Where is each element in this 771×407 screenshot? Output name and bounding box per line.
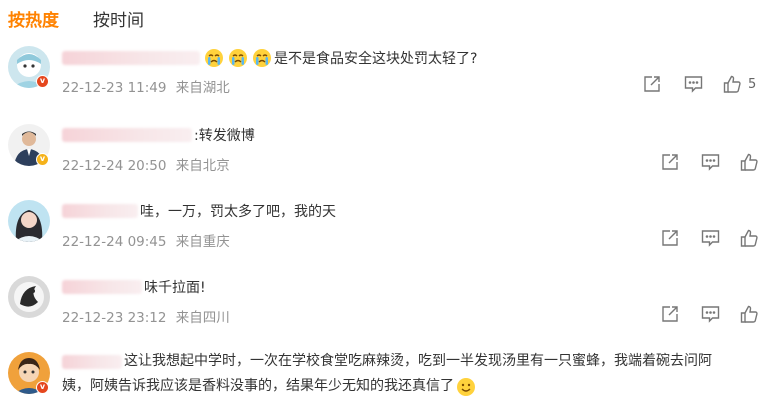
avatar[interactable] [8,276,50,318]
share-icon [662,306,678,322]
share-button[interactable] [660,228,680,248]
like-button[interactable] [739,152,759,172]
comment-item: v 这让我想起中学时，一次在学校食堂吃麻辣烫，吃到一半发现汤里有一只蜜蜂，我端着… [0,348,771,407]
avatar[interactable] [8,200,50,242]
comment-meta: 22-12-23 11:49 来自湖北 [62,76,235,96]
tab-by-time[interactable]: 按时间 [93,6,144,31]
comment-item: 哇，一万，罚太多了吧，我的天 22-12-24 09:45 来自重庆 [0,196,771,266]
crying-emoji-icon [205,49,223,67]
blurred-username[interactable] [62,51,200,65]
comment-line: 是不是食品安全这块处罚太轻了? [62,48,477,68]
tab-by-popularity[interactable]: 按热度 [8,6,59,31]
comment-meta: 22-12-24 09:45 来自重庆 [62,230,235,250]
reply-button[interactable] [700,228,720,248]
comment-text: 是不是食品安全这块处罚太轻了? [274,51,478,67]
comment-item: v :转发微博 22-12-24 20:50 来自北京 [0,120,771,190]
share-icon [662,230,678,246]
comment-text-continued: 姨，阿姨告诉我应该是香料没事的，结果年少无知的我还真信了 [62,378,454,394]
comment-text: :转发微博 [194,128,255,144]
like-count: 5 [748,76,757,92]
reply-button[interactable] [683,74,703,94]
comment-line: 哇，一万，罚太多了吧，我的天 [62,201,336,221]
crying-emoji-icon [253,49,271,67]
comment-date: 22-12-24 09:45 [62,234,167,250]
blurred-username[interactable] [62,204,138,218]
blurred-username[interactable] [62,128,192,142]
like-button[interactable] [739,304,759,324]
like-icon [723,75,741,93]
comment-actions: 5 [642,74,756,94]
smile-emoji-icon [457,377,475,396]
comment-date: 22-12-24 20:50 [62,158,167,174]
comment-location: 来自四川 [175,310,230,326]
comment-date: 22-12-23 23:12 [62,310,167,326]
comment-icon [701,230,719,247]
comment-body: 这让我想起中学时，一次在学校食堂吃麻辣烫，吃到一半发现汤里有一只蜜蜂，我端着碗去… [62,349,762,399]
comment-line: 味千拉面! [62,277,206,297]
reply-button[interactable] [700,304,720,324]
comment-text: 这让我想起中学时，一次在学校食堂吃麻辣烫，吃到一半发现汤里有一只蜜蜂，我端着碗去… [124,353,712,369]
comment-line: :转发微博 [62,125,255,145]
comment-text: 哇，一万，罚太多了吧，我的天 [140,204,336,220]
comment-icon [701,306,719,323]
comment-location: 来自北京 [175,158,230,174]
crying-emoji-icon [229,49,247,67]
comment-date: 22-12-23 11:49 [62,80,167,96]
like-button[interactable] [722,74,742,94]
share-button[interactable] [660,152,680,172]
like-button[interactable] [739,228,759,248]
reply-button[interactable] [700,152,720,172]
comment-actions [660,304,759,324]
like-icon [740,153,758,171]
share-button[interactable] [642,74,662,94]
comment-actions [660,152,759,172]
share-icon [662,154,678,170]
blurred-username[interactable] [62,354,122,369]
comment-meta: 22-12-24 20:50 来自北京 [62,154,235,174]
sort-tabs: 按热度 按时间 [8,6,144,31]
blurred-username[interactable] [62,280,142,294]
verified-badge: v [36,153,49,166]
comment-meta: 22-12-23 23:12 来自四川 [62,306,235,326]
comment-item: v 是不是食品安全这块处罚太轻了? 22-12-23 11:49 来自湖北 5 [0,42,771,112]
verified-badge: v [36,75,49,88]
share-icon [644,76,660,92]
comment-location: 来自湖北 [175,80,230,96]
comment-actions [660,228,759,248]
comment-text: 味千拉面! [144,280,206,296]
comment-location: 来自重庆 [175,234,230,250]
like-icon [740,229,758,247]
like-icon [740,305,758,323]
comment-icon [684,76,702,93]
verified-badge: v [36,381,49,394]
comment-item: 味千拉面! 22-12-23 23:12 来自四川 [0,272,771,342]
share-button[interactable] [660,304,680,324]
comment-icon [701,154,719,171]
